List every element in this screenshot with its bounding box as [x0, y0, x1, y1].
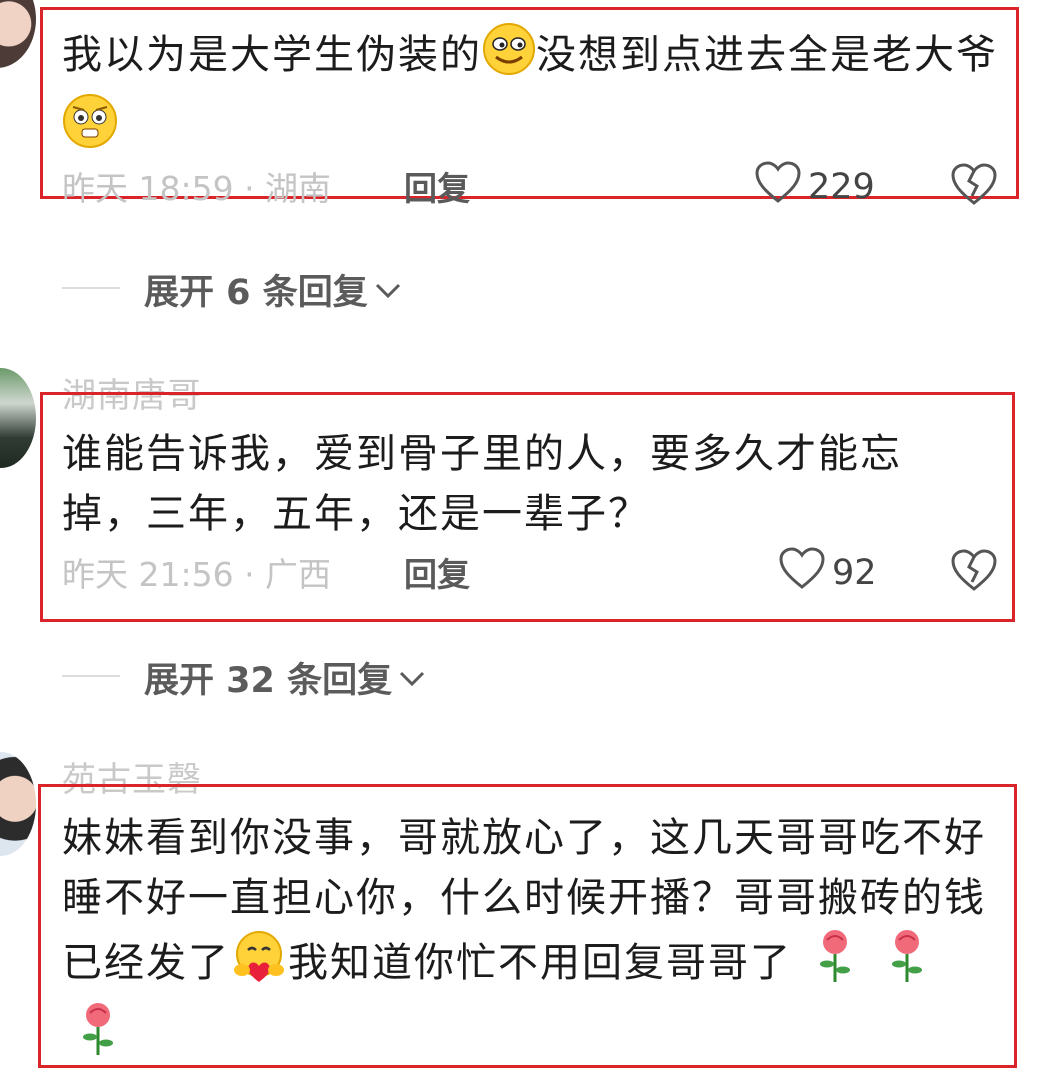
like-count: 92 — [832, 552, 877, 593]
pleading-face-emoji-icon — [62, 93, 118, 166]
like-button[interactable]: 229 — [754, 160, 875, 213]
reply-button[interactable]: 回复 — [404, 162, 470, 210]
avatar[interactable] — [0, 368, 36, 468]
dislike-button[interactable] — [950, 548, 998, 596]
comment-meta: 昨天 18:59 · 湖南 — [62, 169, 332, 208]
dislike-button[interactable] — [950, 162, 998, 210]
rose-emoji-icon — [885, 928, 929, 1001]
comment-meta: 昨天 21:56 · 广西 — [62, 555, 332, 594]
comment-text: 妹妹看到你没事，哥就放心了，这几天哥哥吃不好睡不好一直担心你，什么时候开播？哥哥… — [62, 808, 1002, 1074]
broken-heart-icon — [950, 163, 998, 210]
expand-replies-button[interactable]: 展开 6 条回复 — [144, 264, 402, 315]
like-button[interactable]: 92 — [778, 546, 877, 599]
smirk-face-emoji-icon — [482, 22, 536, 93]
chevron-down-icon — [398, 658, 426, 698]
heart-outline-icon — [778, 546, 826, 599]
avatar[interactable] — [0, 752, 36, 856]
comment-text: 谁能告诉我，爱到骨子里的人，要多久才能忘掉，三年，五年，还是一辈子？ — [62, 431, 902, 537]
heart-outline-icon — [754, 160, 802, 213]
like-count: 229 — [808, 166, 875, 207]
hugging-heart-emoji-icon — [230, 930, 288, 1001]
expand-replies-button[interactable]: 展开 32 条回复 — [144, 652, 426, 703]
rose-emoji-icon — [813, 928, 857, 1001]
comment-text: 我以为是大学生伪装的 没想到点进去全是老大爷 — [62, 22, 1002, 166]
avatar[interactable] — [0, 0, 36, 68]
broken-heart-icon — [950, 549, 998, 596]
chevron-down-icon — [374, 270, 402, 310]
rose-emoji-icon — [76, 1001, 120, 1074]
divider-line — [62, 675, 120, 677]
reply-button[interactable]: 回复 — [404, 548, 470, 596]
divider-line — [62, 287, 120, 289]
